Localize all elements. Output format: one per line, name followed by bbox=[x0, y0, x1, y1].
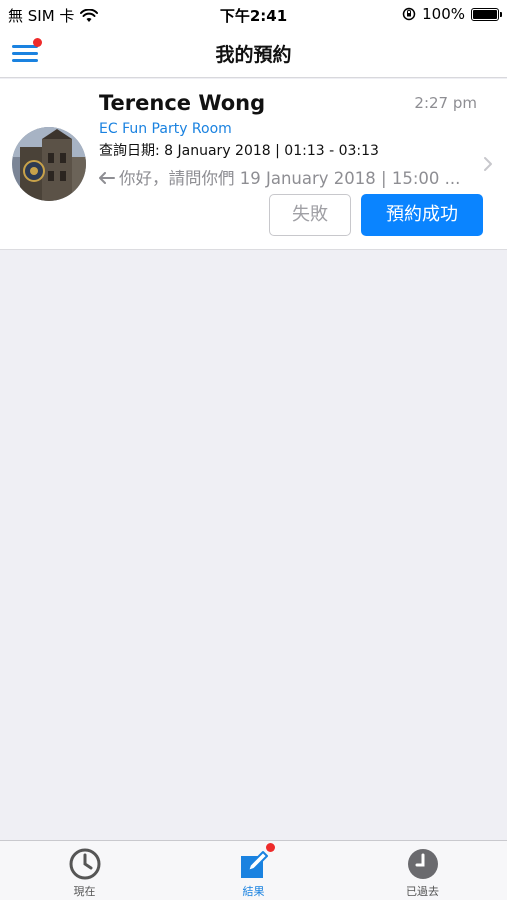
tab-results-label: 結果 bbox=[242, 885, 265, 898]
booking-card[interactable]: Terence Wong 2:27 pm EC Fun Party Room 查… bbox=[0, 79, 507, 250]
history-clock-icon bbox=[407, 849, 438, 879]
reply-arrow-icon bbox=[99, 169, 115, 188]
query-date: 查詢日期: 8 January 2018 | 01:13 - 03:13 bbox=[99, 143, 379, 159]
chevron-right-icon bbox=[483, 153, 493, 177]
tab-past[interactable]: 已過去 bbox=[338, 841, 507, 900]
edit-icon bbox=[240, 851, 268, 878]
tab-past-label: 已過去 bbox=[406, 885, 439, 898]
status-bar: 無 SIM 卡 下午2:41 100% bbox=[0, 0, 507, 28]
nav-bar: 我的預約 bbox=[0, 28, 507, 78]
tab-now-label: 現在 bbox=[73, 885, 96, 898]
room-name[interactable]: EC Fun Party Room bbox=[99, 121, 232, 137]
booking-success-button[interactable]: 預約成功 bbox=[361, 194, 483, 236]
last-message-text: 你好，請問你們 19 January 2018 | 15:00 ... bbox=[119, 169, 461, 188]
notification-dot bbox=[265, 843, 275, 852]
contact-name: Terence Wong bbox=[99, 91, 266, 115]
avatar bbox=[12, 127, 86, 201]
battery-percent: 100% bbox=[422, 5, 465, 23]
fail-button[interactable]: 失敗 bbox=[269, 194, 351, 236]
tab-now[interactable]: 現在 bbox=[0, 841, 169, 900]
page-title: 我的預約 bbox=[215, 44, 292, 66]
tab-results[interactable]: 結果 bbox=[169, 841, 338, 900]
avatar-image bbox=[12, 127, 86, 201]
battery-icon bbox=[471, 7, 502, 21]
tab-bar: 現在 結果 已過去 bbox=[0, 840, 507, 900]
orientation-lock-icon bbox=[402, 7, 416, 21]
last-message: 你好，請問你們 19 January 2018 | 15:00 ... bbox=[99, 165, 479, 189]
message-time: 2:27 pm bbox=[414, 94, 477, 112]
status-right: 100% bbox=[402, 5, 502, 23]
clock-icon bbox=[69, 848, 100, 880]
